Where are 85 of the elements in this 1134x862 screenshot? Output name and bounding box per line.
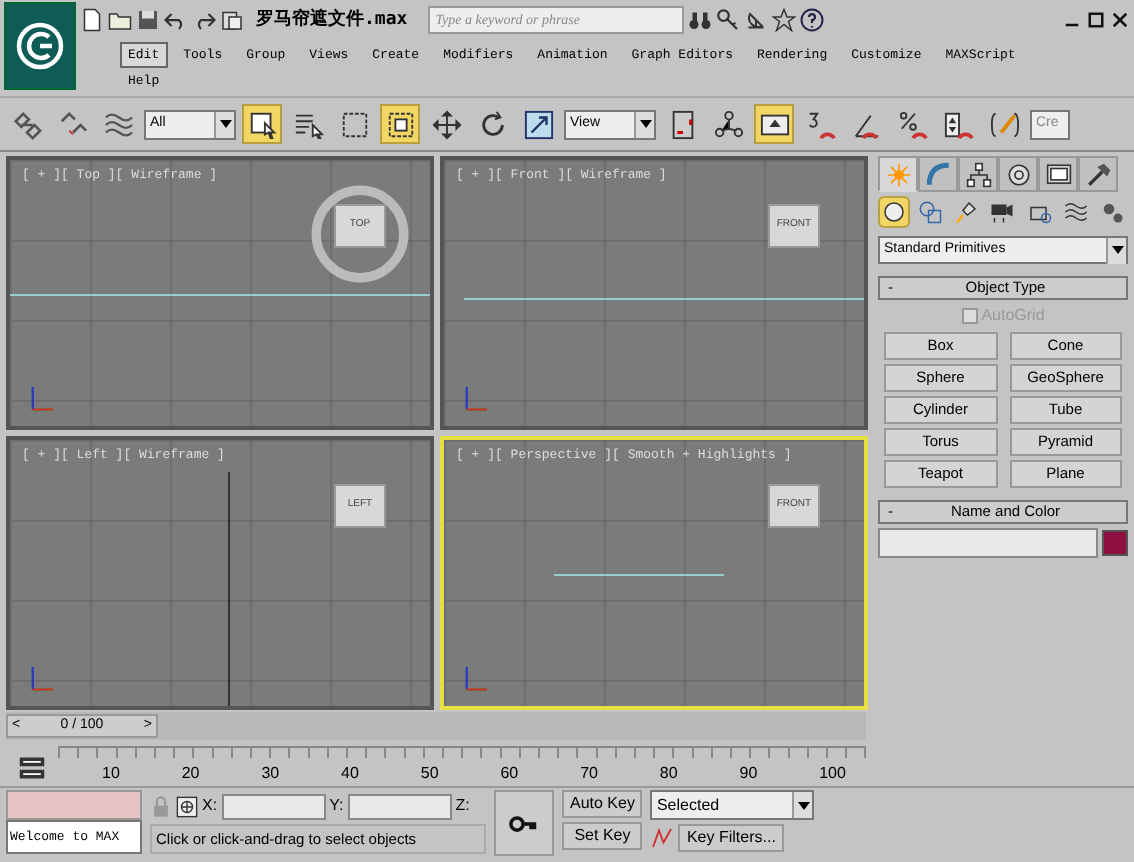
- keyboard-shortcut-icon: [759, 109, 789, 139]
- maximize-icon[interactable]: [1086, 10, 1106, 31]
- create-icon: [885, 161, 911, 187]
- set-keys-button[interactable]: [494, 790, 554, 856]
- snap-toggle-icon: [805, 109, 835, 139]
- dropdown-arrow-icon: [219, 120, 231, 128]
- coordinate-field[interactable]: [221, 793, 326, 819]
- dropdown-arrow-icon: [1111, 246, 1123, 254]
- motion-tab[interactable]: [998, 156, 1038, 192]
- lights-icon: [954, 200, 979, 224]
- dropdown-arrow-icon: [797, 801, 810, 809]
- named-selection-icon: [989, 109, 1019, 139]
- coordinate-label: X:: [202, 794, 218, 818]
- auto-key-button[interactable]: Auto Key: [562, 790, 643, 818]
- spinner-snap-icon: [943, 109, 973, 139]
- new-file-icon[interactable]: [80, 8, 104, 33]
- manipulate-icon: [713, 109, 743, 139]
- pivot-center-icon: [667, 109, 697, 139]
- tick-label: 10: [102, 762, 120, 786]
- hierarchy-icon: [965, 161, 991, 187]
- select-object-icon: [247, 109, 277, 139]
- project-folder-icon[interactable]: [220, 8, 244, 33]
- mini-listener-field[interactable]: [6, 790, 142, 820]
- modify-icon: [925, 161, 951, 187]
- coordinate-label: Y:: [329, 794, 344, 818]
- undo-icon[interactable]: [164, 8, 188, 33]
- tick-label: 50: [420, 762, 439, 786]
- redo-icon[interactable]: [192, 8, 216, 33]
- help-icon[interactable]: [799, 8, 824, 33]
- absolute-mode-icon[interactable]: [176, 795, 198, 817]
- rotate-icon: [477, 109, 507, 139]
- geometry-button[interactable]: [878, 196, 910, 228]
- percent-snap-icon: [897, 109, 927, 139]
- track-bar-icon[interactable]: [18, 754, 46, 782]
- tick-label: 20: [181, 762, 200, 786]
- keyboard-shortcut-button[interactable]: [754, 104, 794, 144]
- tick-label: 40: [341, 762, 359, 786]
- display-tab[interactable]: [1038, 156, 1078, 192]
- motion-icon: [1005, 161, 1031, 187]
- view-cube-ring-icon: [310, 184, 410, 284]
- close-icon[interactable]: [1110, 10, 1130, 31]
- coordinate-label: Z:: [455, 794, 470, 818]
- display-icon: [1045, 161, 1071, 187]
- dropdown-arrow-icon: [639, 120, 651, 128]
- file-name: 罗马帘遮文件.max: [256, 7, 408, 33]
- move-icon: [431, 109, 461, 139]
- key-mode-dropdown[interactable]: Selected: [650, 790, 815, 820]
- binoculars-icon[interactable]: [687, 8, 712, 33]
- utilities-icon: [1085, 161, 1111, 187]
- space-warps-icon: [1063, 200, 1088, 224]
- select-by-name-icon: [293, 109, 323, 139]
- object-name-field[interactable]: [878, 528, 1098, 558]
- open-folder-icon[interactable]: [108, 8, 132, 33]
- utilities-tab[interactable]: [1078, 156, 1118, 192]
- angle-snap-icon: [851, 109, 881, 139]
- window-crossing-button[interactable]: [380, 104, 420, 144]
- shapes-icon: [918, 200, 943, 224]
- key-filters-button[interactable]: Key Filters...: [678, 824, 784, 852]
- link-icon: [11, 109, 41, 139]
- set-key-button[interactable]: Set Key: [562, 822, 643, 850]
- tick-label: 30: [261, 762, 280, 786]
- coordinate-field[interactable]: [347, 793, 452, 819]
- hierarchy-tab[interactable]: [958, 156, 998, 192]
- geometry-icon: [882, 200, 906, 224]
- key-icon[interactable]: [715, 8, 740, 33]
- app-logo[interactable]: [4, 2, 76, 90]
- scale-icon: [523, 109, 553, 139]
- window-crossing-icon: [385, 109, 415, 139]
- unlink-icon: [57, 109, 87, 139]
- key-tangent-icon[interactable]: [650, 826, 675, 850]
- tick-label: 60: [500, 762, 519, 786]
- bind-icon: [103, 109, 133, 139]
- region-select-icon: [339, 109, 369, 139]
- tick-label: 80: [659, 762, 678, 786]
- select-object-button[interactable]: [242, 104, 282, 144]
- swirl-icon: [16, 22, 64, 70]
- tick-label: 90: [739, 762, 758, 786]
- satellite-dish-icon[interactable]: [743, 8, 768, 33]
- star-icon[interactable]: [771, 8, 796, 33]
- cameras-icon: [990, 200, 1015, 224]
- tick-label: 70: [580, 762, 598, 786]
- tick-label: 100: [819, 762, 846, 786]
- save-icon[interactable]: [136, 8, 160, 33]
- systems-icon: [1099, 200, 1124, 224]
- object-color-swatch[interactable]: [1102, 530, 1128, 556]
